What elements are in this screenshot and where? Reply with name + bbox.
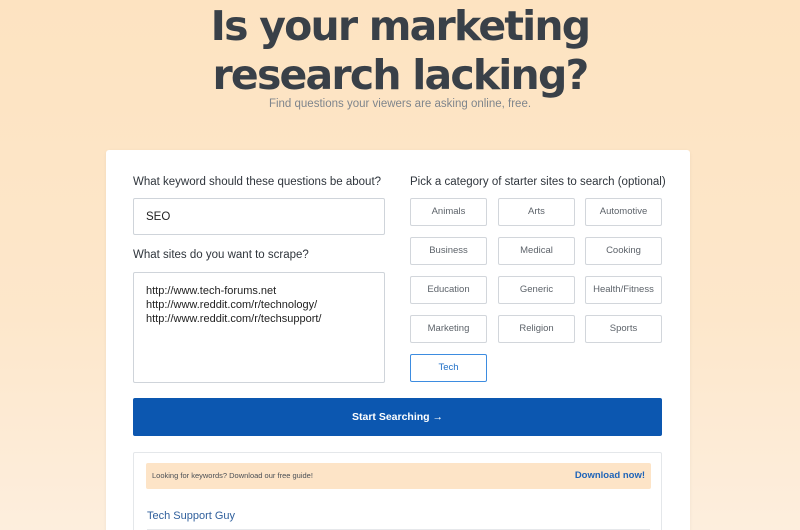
keyword-label: What keyword should these questions be a…	[133, 176, 382, 188]
category-button-cooking[interactable]: Cooking	[585, 237, 662, 265]
sites-label: What sites do you want to scrape?	[133, 249, 309, 261]
page-title-line-2: research lacking?	[212, 51, 590, 99]
page-title: Is your marketing research lacking?	[0, 2, 800, 100]
page-title-line-1: Is your marketing	[210, 2, 591, 50]
category-button-medical[interactable]: Medical	[498, 237, 575, 265]
category-button-animals[interactable]: Animals	[410, 198, 487, 226]
category-button-religion[interactable]: Religion	[498, 315, 575, 343]
category-button-tech[interactable]: Tech	[410, 354, 487, 382]
category-button-health-fitness[interactable]: Health/Fitness	[585, 276, 662, 304]
result-site-title[interactable]: Tech Support Guy	[147, 510, 235, 522]
category-label: Pick a category of starter sites to sear…	[410, 176, 666, 188]
download-now-link[interactable]: Download now!	[575, 470, 645, 481]
category-button-sports[interactable]: Sports	[585, 315, 662, 343]
category-button-automotive[interactable]: Automotive	[585, 198, 662, 226]
category-button-arts[interactable]: Arts	[498, 198, 575, 226]
category-button-marketing[interactable]: Marketing	[410, 315, 487, 343]
search-card: What keyword should these questions be a…	[106, 150, 690, 530]
page-subtitle: Find questions your viewers are asking o…	[268, 98, 532, 110]
sites-textarea[interactable]: http://www.tech-forums.net http://www.re…	[133, 272, 385, 383]
site-url: http://www.reddit.com/r/techsupport/	[146, 313, 322, 325]
category-button-generic[interactable]: Generic	[498, 276, 575, 304]
keyword-input[interactable]	[133, 198, 385, 235]
keyword-guide-banner: Looking for keywords? Download our free …	[146, 463, 651, 489]
category-button-business[interactable]: Business	[410, 237, 487, 265]
start-searching-button[interactable]: Start Searching →	[133, 398, 662, 436]
banner-text: Looking for keywords? Download our free …	[152, 471, 313, 480]
category-button-education[interactable]: Education	[410, 276, 487, 304]
site-url: http://www.tech-forums.net	[146, 285, 277, 297]
site-url: http://www.reddit.com/r/technology/	[146, 299, 318, 311]
results-panel: Looking for keywords? Download our free …	[133, 452, 662, 530]
